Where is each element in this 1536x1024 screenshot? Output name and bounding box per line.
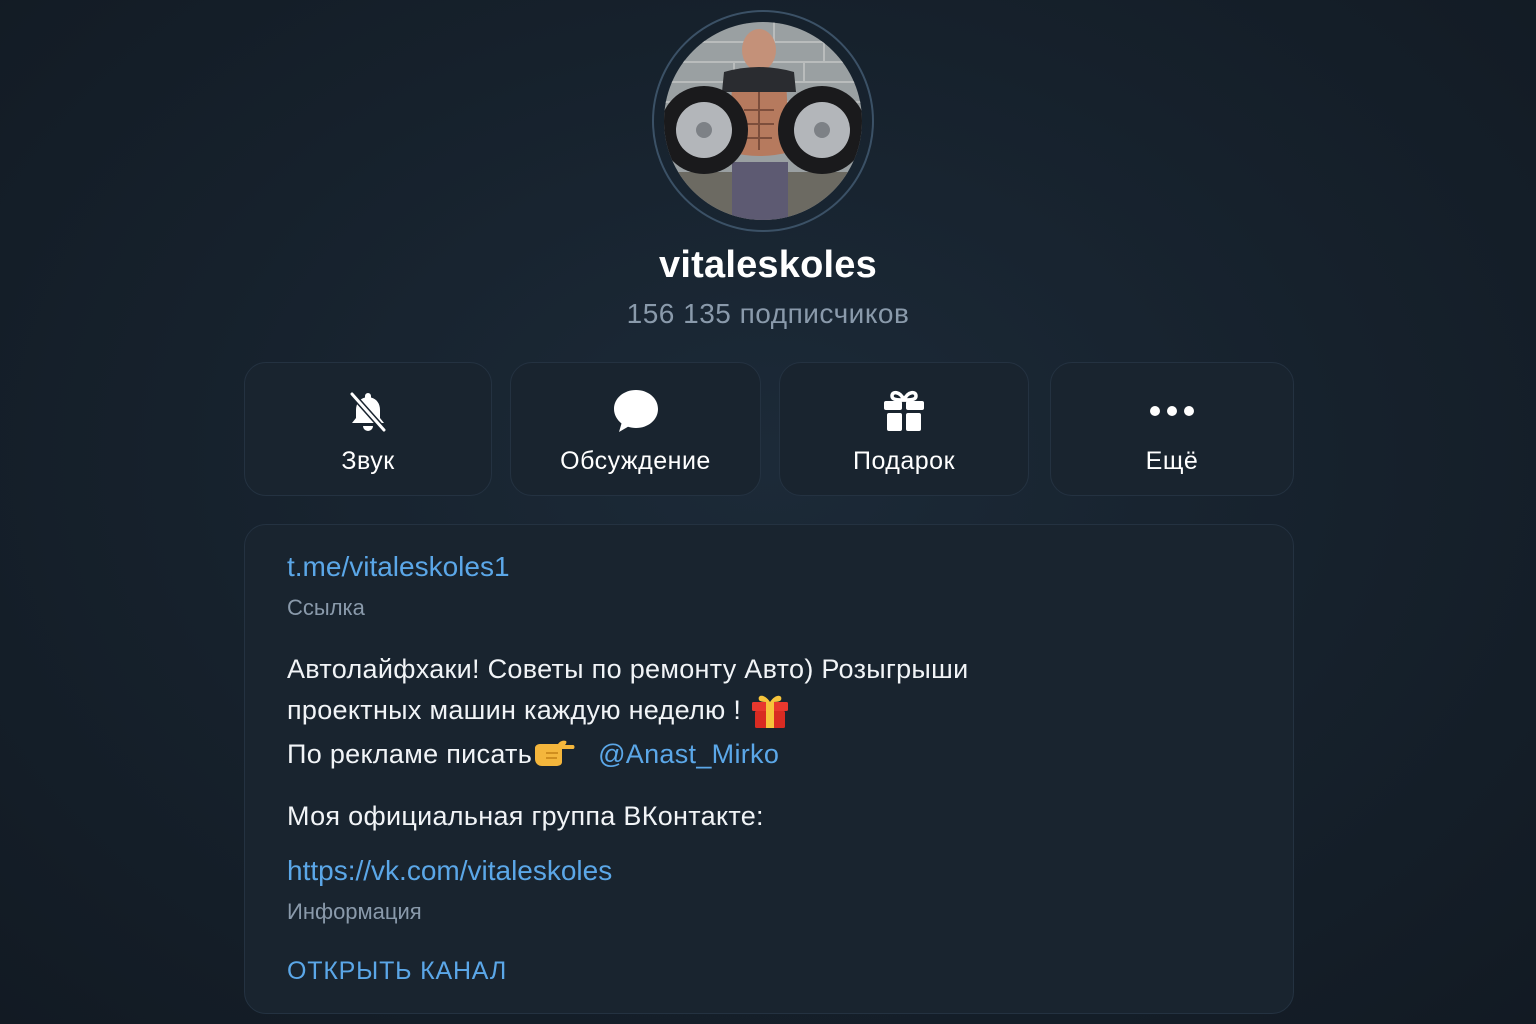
subscriber-count: 156 135 подписчиков — [626, 298, 910, 329]
pointing-hand-emoji-icon — [532, 735, 576, 776]
sound-button[interactable]: Звук — [244, 362, 492, 496]
vk-group-title: Моя официальная группа ВКонтакте: — [287, 801, 764, 831]
description-line-1: Автолайфхаки! Советы по ремонту Авто) Ро… — [287, 654, 969, 684]
channel-name: vitaleskoles — [659, 244, 877, 286]
open-channel-button[interactable]: ОТКРЫТЬ КАНАЛ — [287, 957, 507, 986]
chat-bubble-icon — [612, 387, 660, 435]
gift-button-label: Подарок — [852, 447, 956, 475]
gift-button[interactable]: Подарок — [779, 362, 1029, 496]
more-button[interactable]: Ещё — [1050, 362, 1294, 496]
channel-avatar[interactable] — [664, 22, 862, 220]
avatar-ring — [652, 10, 874, 232]
avatar-photo — [664, 22, 862, 220]
description-line-2: проектных машин каждую неделю ! — [287, 690, 968, 734]
channel-description: Автолайфхаки! Советы по ремонту Авто) Ро… — [287, 649, 968, 776]
channel-link-caption: Ссылка — [287, 595, 365, 620]
advertising-mention-link[interactable]: @Anast_Mirko — [598, 739, 779, 769]
gift-icon — [880, 387, 928, 435]
gift-emoji-icon — [749, 690, 791, 734]
bell-muted-icon — [344, 387, 392, 435]
more-button-label: Ещё — [1145, 447, 1199, 475]
description-line-3-text: По рекламе писать — [287, 739, 533, 769]
info-caption: Информация — [287, 899, 422, 924]
vk-group-link[interactable]: https://vk.com/vitaleskoles — [287, 855, 612, 887]
description-line-2-text: проектных машин каждую неделю ! — [287, 695, 750, 726]
discussion-button-label: Обсуждение — [560, 447, 711, 475]
discussion-button[interactable]: Обсуждение — [510, 362, 761, 496]
channel-info-card: t.me/vitaleskoles1 Ссылка Автолайфхаки! … — [244, 524, 1294, 1014]
channel-link[interactable]: t.me/vitaleskoles1 — [287, 551, 510, 583]
description-line-3: По рекламе писать @Anast_Mirko — [287, 734, 968, 776]
more-dots-icon — [1148, 387, 1196, 435]
sound-button-label: Звук — [341, 447, 395, 475]
